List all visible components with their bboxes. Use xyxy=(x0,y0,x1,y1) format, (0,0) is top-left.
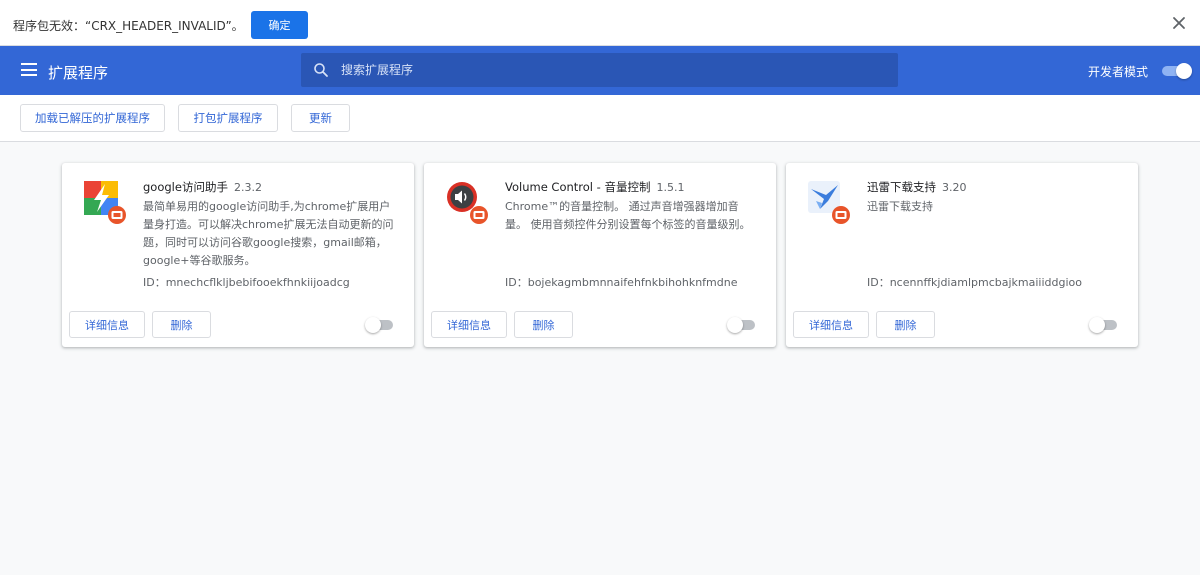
extension-card: 迅雷下载支持 3.20 迅雷下载支持 ID：ncennffkjdiamlpmcba… xyxy=(786,163,1138,347)
extension-name: google访问助手 2.3.2 xyxy=(143,180,262,194)
action-bar: 加载已解压的扩展程序 打包扩展程序 更新 xyxy=(0,95,1200,142)
ok-button[interactable]: 确定 xyxy=(251,11,308,39)
extension-version: 3.20 xyxy=(942,181,967,194)
pack-extension-button[interactable]: 打包扩展程序 xyxy=(178,104,278,132)
remove-button[interactable]: 删除 xyxy=(876,311,935,338)
extension-name: Volume Control - 音量控制 1.5.1 xyxy=(505,180,685,194)
error-badge-icon xyxy=(470,206,488,224)
load-unpacked-button[interactable]: 加载已解压的扩展程序 xyxy=(20,104,165,132)
search-input[interactable] xyxy=(341,53,881,87)
extension-name: 迅雷下载支持 3.20 xyxy=(867,180,967,194)
header-toolbar: 扩展程序 开发者模式 xyxy=(0,46,1200,95)
enable-toggle[interactable] xyxy=(727,317,757,333)
search-box[interactable] xyxy=(301,53,898,87)
remove-button[interactable]: 删除 xyxy=(152,311,211,338)
page-title: 扩展程序 xyxy=(48,64,109,82)
details-button[interactable]: 详细信息 xyxy=(793,311,869,338)
hamburger-menu-icon[interactable] xyxy=(21,63,37,76)
extension-card: Volume Control - 音量控制 1.5.1 Chrome™的音量控制。… xyxy=(424,163,776,347)
error-badge-icon xyxy=(832,206,850,224)
extension-id: ID：bojekagmbmnnaifehfnkbihohknfmdne xyxy=(505,276,738,289)
extension-version: 2.3.2 xyxy=(233,181,262,194)
extension-description: Chrome™的音量控制。 通过声音增强器增加音量。 使用音频控件分别设置每个标… xyxy=(505,200,751,231)
dev-mode-toggle[interactable] xyxy=(1162,63,1192,79)
error-message: 程序包无效：“CRX_HEADER_INVALID”。 xyxy=(13,19,244,33)
dev-mode-label: 开发者模式 xyxy=(1088,65,1149,79)
extension-version: 1.5.1 xyxy=(656,181,685,194)
remove-button[interactable]: 删除 xyxy=(514,311,573,338)
thunder-download-icon xyxy=(808,181,852,225)
details-button[interactable]: 详细信息 xyxy=(431,311,507,338)
extension-description: 最简单易用的google访问助手,为chrome扩展用户量身打造。可以解决chr… xyxy=(143,200,394,267)
error-bar: 程序包无效：“CRX_HEADER_INVALID”。 确定 xyxy=(0,0,1200,46)
extension-card: google访问助手 2.3.2 最简单易用的google访问助手,为chrome… xyxy=(62,163,414,347)
extension-id: ID：mnechcflkljbebifooekfhnkiijoadcg xyxy=(143,276,350,289)
volume-control-icon xyxy=(446,181,490,225)
enable-toggle[interactable] xyxy=(365,317,395,333)
extension-id: ID：ncennffkjdiamlpmcbajkmaiiiddgioo xyxy=(867,276,1082,289)
extension-description: 迅雷下载支持 xyxy=(867,200,933,213)
google-helper-icon xyxy=(84,181,128,225)
details-button[interactable]: 详细信息 xyxy=(69,311,145,338)
error-badge-icon xyxy=(108,206,126,224)
search-icon xyxy=(313,62,329,78)
enable-toggle[interactable] xyxy=(1089,317,1119,333)
update-button[interactable]: 更新 xyxy=(291,104,350,132)
close-icon[interactable] xyxy=(1168,12,1190,34)
